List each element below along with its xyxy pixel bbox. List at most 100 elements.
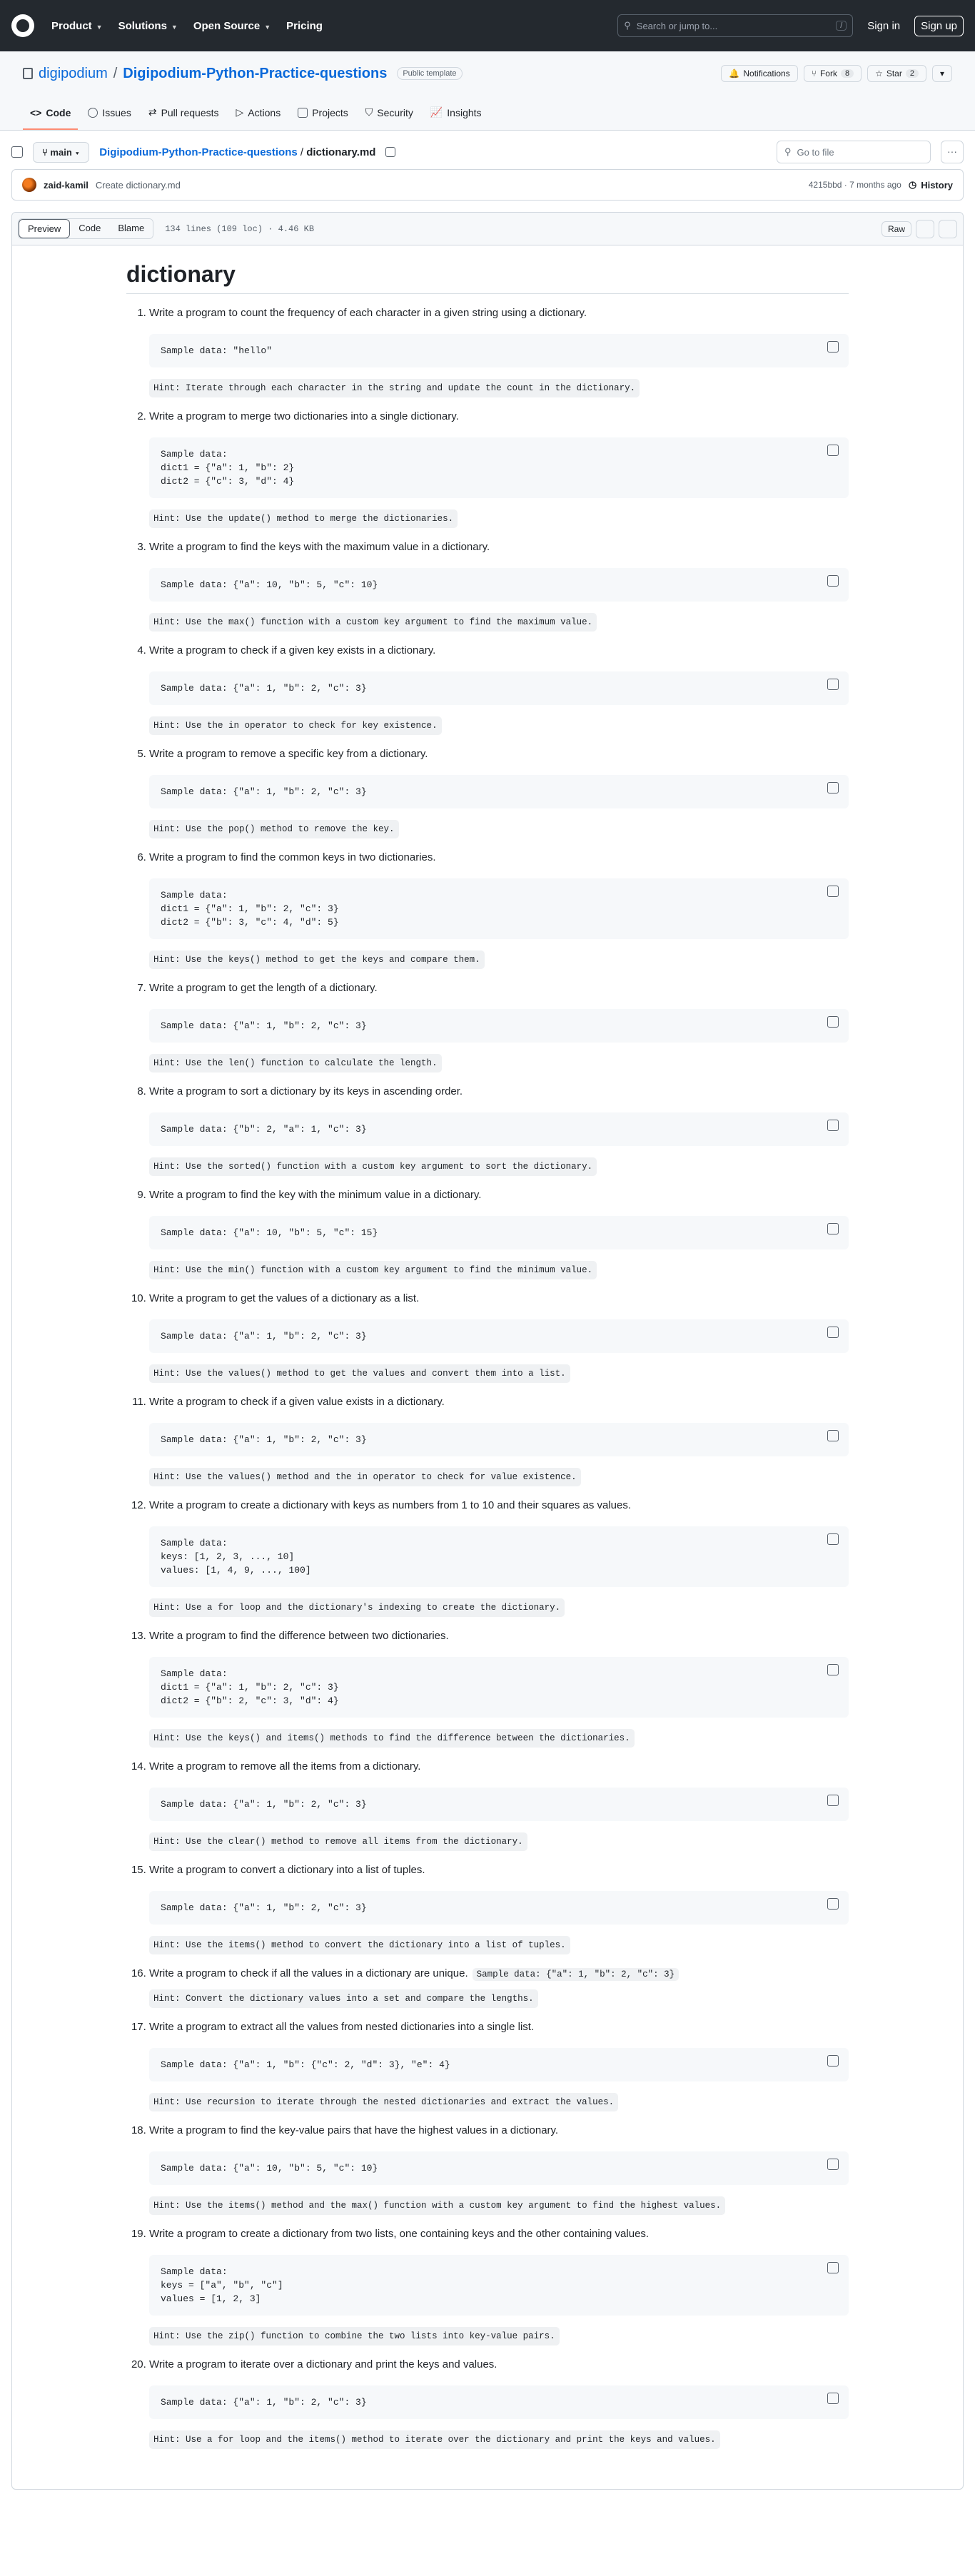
copy-icon[interactable] <box>827 2055 839 2067</box>
code-block: Sample data: {"a": 1, "b": 2, "c": 3} <box>149 2385 849 2419</box>
list-item: Write a program to create a dictionary f… <box>149 2226 849 2350</box>
code-block: Sample data: dict1 = {"a": 1, "b": 2, "c… <box>149 878 849 939</box>
copy-path-icon[interactable] <box>385 147 396 157</box>
code-text: Sample data: {"b": 2, "a": 1, "c": 3} <box>161 1124 367 1135</box>
history-label: History <box>921 179 953 191</box>
go-to-file-input[interactable]: ⚲ Go to file <box>777 141 931 163</box>
avatar <box>22 178 36 192</box>
star-dropdown-button[interactable]: ▾ <box>931 65 952 82</box>
notifications-button[interactable]: 🔔 Notifications <box>721 65 798 82</box>
code-block: Sample data: {"a": 1, "b": {"c": 2, "d":… <box>149 2048 849 2081</box>
copy-icon[interactable] <box>827 1016 839 1028</box>
tab-issues[interactable]: Issues <box>81 107 138 130</box>
code-text: Sample data: {"a": 1, "b": 2, "c": 3} <box>161 1902 367 1913</box>
branch-selector[interactable]: ⑂ main ▾ <box>33 141 90 163</box>
tab-security[interactable]: ⛉ Security <box>358 106 420 130</box>
breadcrumb-repo-link[interactable]: Digipodium-Python-Practice-questions <box>99 146 298 158</box>
copy-icon[interactable] <box>827 1120 839 1131</box>
copy-icon[interactable] <box>827 782 839 793</box>
tab-label: Insights <box>447 106 482 118</box>
copy-icon[interactable] <box>827 679 839 690</box>
button-label: Fork <box>819 69 837 78</box>
hint-text: Hint: Use a for loop and the items() met… <box>149 2430 720 2449</box>
fork-icon: ⑂ <box>811 69 817 78</box>
copy-icon[interactable] <box>827 1223 839 1234</box>
copy-icon[interactable] <box>827 1898 839 1910</box>
code-icon: <> <box>30 107 42 118</box>
sign-in-link[interactable]: Sign in <box>867 20 900 32</box>
copy-icon[interactable] <box>827 1430 839 1441</box>
history-icon: ◷ <box>908 179 917 190</box>
nav-open-source[interactable]: Open Source ▼ <box>193 20 271 32</box>
hint-text: Hint: Use the keys() and items() methods… <box>149 1729 635 1748</box>
star-button[interactable]: ☆ Star 2 <box>867 65 926 82</box>
code-block: Sample data: dict1 = {"a": 1, "b": 2} di… <box>149 437 849 498</box>
raw-button[interactable]: Raw <box>881 220 911 237</box>
code-block: Sample data: {"a": 1, "b": 2, "c": 3} <box>149 671 849 705</box>
question-text: Write a program to find the difference b… <box>149 1630 449 1642</box>
chevron-down-icon: ▼ <box>96 23 103 31</box>
nav-pricing[interactable]: Pricing <box>286 20 323 32</box>
list-item: Write a program to create a dictionary w… <box>149 1498 849 1621</box>
tab-code[interactable]: <> Code <box>23 107 79 130</box>
tab-code-view[interactable]: Code <box>70 219 110 238</box>
copy-icon[interactable] <box>827 2262 839 2273</box>
copy-icon[interactable] <box>827 1327 839 1338</box>
copy-icon[interactable] <box>827 445 839 456</box>
tab-preview[interactable]: Preview <box>19 219 71 238</box>
tab-projects[interactable]: Projects <box>291 107 355 130</box>
copy-icon[interactable] <box>827 1795 839 1806</box>
tab-pull-requests[interactable]: ⇄ Pull requests <box>141 106 226 130</box>
tab-blame[interactable]: Blame <box>109 219 153 238</box>
code-block: Sample data: {"a": 1, "b": 2, "c": 3} <box>149 775 849 808</box>
question-text: Write a program to find the key with the… <box>149 1189 482 1201</box>
question-text: Write a program to check if all the valu… <box>149 1967 468 1979</box>
copy-icon[interactable] <box>827 2393 839 2404</box>
copy-icon[interactable] <box>827 341 839 353</box>
download-icon[interactable] <box>939 219 957 238</box>
list-item: Write a program to find the difference b… <box>149 1628 849 1752</box>
nav-label: Pricing <box>286 19 323 32</box>
copy-icon[interactable] <box>827 1533 839 1545</box>
shield-icon: ⛉ <box>365 106 373 118</box>
tab-insights[interactable]: 📈 Insights <box>423 106 489 130</box>
list-item: Write a program to sort a dictionary by … <box>149 1084 849 1180</box>
question-text: Write a program to sort a dictionary by … <box>149 1085 463 1097</box>
go-to-file-placeholder: Go to file <box>797 146 834 158</box>
hint-text: Hint: Use the in operator to check for k… <box>149 716 442 735</box>
copy-raw-icon[interactable] <box>916 219 934 238</box>
copy-icon[interactable] <box>827 1664 839 1675</box>
search-input[interactable]: ⚲ Search or jump to... / <box>617 14 854 37</box>
code-text: Sample data: {"a": 10, "b": 5, "c": 15} <box>161 1227 378 1238</box>
tab-actions[interactable]: ▷ Actions <box>229 106 288 130</box>
repo-owner-link[interactable]: digipodium <box>39 66 108 82</box>
code-text: Sample data: {"a": 1, "b": 2, "c": 3} <box>161 1331 367 1342</box>
nav-solutions[interactable]: Solutions ▼ <box>118 20 178 32</box>
hint-text: Hint: Use the values() method to get the… <box>149 1364 570 1383</box>
hint-text: Hint: Use the keys() method to get the k… <box>149 950 485 969</box>
copy-icon[interactable] <box>827 886 839 897</box>
nav-product[interactable]: Product ▼ <box>51 20 103 32</box>
hint-text: Hint: Use the update() method to merge t… <box>149 509 458 528</box>
fork-button[interactable]: ⑂ Fork 8 <box>803 65 862 82</box>
hint-text: Hint: Use the max() function with a cust… <box>149 613 597 632</box>
commit-author[interactable]: zaid-kamil <box>44 180 89 191</box>
more-options-button[interactable]: ··· <box>941 141 964 163</box>
repo-name-link[interactable]: Digipodium-Python-Practice-questions <box>123 66 387 82</box>
code-text: Sample data: {"a": 1, "b": 2, "c": 3} <box>161 1020 367 1031</box>
copy-icon[interactable] <box>827 2159 839 2170</box>
commit-message[interactable]: Create dictionary.md <box>96 180 181 191</box>
code-block: Sample data: {"b": 2, "a": 1, "c": 3} <box>149 1112 849 1146</box>
sidebar-toggle-icon[interactable] <box>11 146 23 158</box>
branch-name: main <box>50 146 72 158</box>
hint-text: Hint: Use the clear() method to remove a… <box>149 1832 527 1851</box>
graph-icon: 📈 <box>430 106 443 118</box>
copy-icon[interactable] <box>827 575 839 587</box>
repo-tabs: <> Code Issues ⇄ Pull requests ▷ Actions Pr… <box>23 96 952 130</box>
list-item: Write a program to find the common keys … <box>149 850 849 973</box>
sign-up-button[interactable]: Sign up <box>914 15 964 36</box>
github-logo-icon[interactable] <box>11 14 34 37</box>
table-icon <box>298 108 308 118</box>
history-button[interactable]: ◷ History <box>909 179 953 191</box>
commit-meta[interactable]: 4215bbd · 7 months ago <box>809 180 901 190</box>
